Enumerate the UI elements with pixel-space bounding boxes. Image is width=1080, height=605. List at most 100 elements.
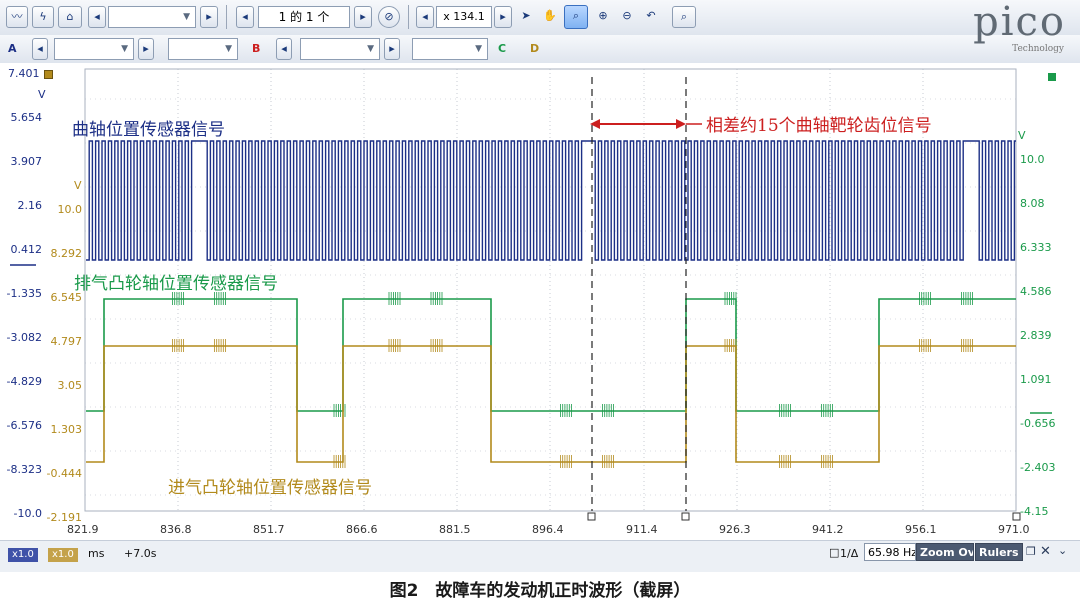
channel-a-label[interactable]: A (8, 42, 17, 55)
x-axis-tick: 821.9 (67, 523, 99, 536)
scroll-down-icon[interactable]: ⌄ (1058, 544, 1067, 557)
picoscope-window: 〰 ϟ ⌂ ◂ ▼ ▸ ◂ 1 的 1 个 ▸ ⊘ ◂ x 134.1 ▸ ➤ … (0, 0, 1080, 572)
right-axis-tick: 6.333 (1020, 241, 1052, 254)
x-axis-tick: 896.4 (532, 523, 564, 536)
x-axis-tick: 956.1 (905, 523, 937, 536)
left-axis-tick: -6.576 (6, 419, 42, 432)
logo-text: pico (973, 0, 1066, 45)
x-axis-tick: 926.3 (719, 523, 751, 536)
logo-subtitle: Technology (1012, 44, 1064, 54)
restore-icon[interactable]: ❐ (1026, 545, 1036, 558)
zoom-prev-button[interactable]: ◂ (416, 6, 434, 28)
right-axis-tick: -2.403 (1020, 461, 1056, 474)
home-icon[interactable]: ⌂ (58, 6, 82, 28)
b-axis-tick: 10.0 (57, 203, 83, 216)
probe-icon[interactable]: ϟ (32, 6, 54, 28)
next-button[interactable]: ▸ (200, 6, 218, 28)
crank-signal-label: 曲轴位置传感器信号 (72, 120, 225, 140)
ruler-marker-icon: □ (829, 546, 840, 559)
b-axis-tick: 8.292 (50, 247, 83, 260)
figure-caption: 图2 故障车的发动机正时波形（截屏） (389, 581, 691, 601)
page-field[interactable]: 1 的 1 个 (258, 6, 350, 28)
top-value-label: 7.401 (8, 67, 40, 80)
left-axis-tick: 3.907 (10, 155, 43, 168)
channel-a-next[interactable]: ▸ (138, 38, 154, 60)
intake-cam-signal-label: 进气凸轮轴位置传感器信号 (168, 478, 372, 498)
left-axis-tick: -8.323 (6, 463, 42, 476)
zoom-field[interactable]: x 134.1 (436, 6, 492, 28)
left-axis-tick: 2.16 (17, 199, 43, 212)
ruler-label: 1/Δ (840, 547, 859, 560)
right-axis-tick: 8.08 (1020, 197, 1045, 210)
channel-b-range-select[interactable]: ▼ (300, 38, 380, 60)
pointer-icon[interactable]: ➤ (516, 6, 536, 28)
channel-b-prev[interactable]: ◂ (276, 38, 292, 60)
time-unit: ms (88, 547, 105, 560)
rulers-tab[interactable]: Rulers (975, 543, 1023, 561)
left-axis-tick: -10.0 (13, 507, 42, 520)
right-ruler-handle (1012, 512, 1021, 521)
main-toolbar: 〰 ϟ ⌂ ◂ ▼ ▸ ◂ 1 的 1 个 ▸ ⊘ ◂ x 134.1 ▸ ➤ … (0, 0, 1080, 36)
b-axis-tick: 3.05 (57, 379, 83, 392)
right-axis-tick: -0.656 (1020, 417, 1056, 430)
zoom-select-icon[interactable]: ⌕ (564, 5, 588, 29)
ruler-handle-1 (587, 512, 596, 521)
b-axis-unit: V (74, 179, 82, 192)
left-axis-tick: -1.335 (6, 287, 42, 300)
left-axis-tick: 0.412 (10, 243, 43, 256)
ruler-handle-2 (681, 512, 690, 521)
offset-annotation-arrow (590, 119, 702, 129)
toolbar-divider (226, 5, 227, 29)
channel-b-scale-badge[interactable]: x1.0 (48, 548, 78, 562)
timebase-select[interactable]: ▼ (108, 6, 196, 28)
close-icon[interactable]: ✕ (1040, 544, 1051, 559)
undo-zoom-icon[interactable]: ↶ (640, 6, 662, 28)
channel-a-coupling-select[interactable]: ▼ (168, 38, 238, 60)
zoom-next-button[interactable]: ▸ (494, 6, 512, 28)
channel-d-label[interactable]: D (530, 42, 539, 55)
prev-button[interactable]: ◂ (88, 6, 106, 28)
channel-a-prev[interactable]: ◂ (32, 38, 48, 60)
zoom-overview-icon[interactable]: ⌕ (672, 6, 696, 28)
x-axis-tick: 851.7 (253, 523, 285, 536)
x-axis-tick: 836.8 (160, 523, 192, 536)
channel-a-scale-badge[interactable]: x1.0 (8, 548, 38, 562)
compass-icon[interactable]: ⊘ (378, 6, 400, 28)
frequency-readout: 65.98 Hz (864, 543, 916, 561)
zoom-in-icon[interactable]: ⊕ (592, 6, 614, 28)
channel-c-marker-icon (1048, 73, 1056, 81)
time-offset: +7.0s (124, 547, 157, 560)
x-axis-tick: 866.6 (346, 523, 378, 536)
channel-b-label[interactable]: B (252, 42, 260, 55)
channel-c-label[interactable]: C (498, 42, 506, 55)
x-axis-tick: 911.4 (626, 523, 658, 536)
next-page-button[interactable]: ▸ (354, 6, 372, 28)
channel-b-next[interactable]: ▸ (384, 38, 400, 60)
hand-icon[interactable]: ✋ (540, 6, 560, 28)
zoom-out-icon[interactable]: ⊖ (616, 6, 638, 28)
b-axis-tick: -0.444 (46, 467, 82, 480)
right-axis-tick: 4.586 (1020, 285, 1052, 298)
pico-logo: pico Technology (944, 0, 1066, 60)
prev-page-button[interactable]: ◂ (236, 6, 254, 28)
c-axis-unit: V (1018, 129, 1026, 142)
channel-b-coupling-select[interactable]: ▼ (412, 38, 488, 60)
channel-marker-icon (44, 70, 53, 79)
channel-a-range-select[interactable]: ▼ (54, 38, 134, 60)
b-axis-tick: 1.303 (50, 423, 83, 436)
channel-toolbar: A ◂ ▼ ▸ ▼ B ◂ ▼ ▸ ▼ C D (0, 35, 1080, 64)
right-axis-tick: -4.15 (1020, 505, 1049, 518)
x-axis-tick: 941.2 (812, 523, 844, 536)
x-axis-tick: 971.0 (998, 523, 1030, 536)
toolbar-divider (408, 5, 409, 29)
wave-icon[interactable]: 〰 (6, 6, 28, 28)
zoom-overview-tab[interactable]: Zoom Ov (916, 543, 974, 561)
left-axis-tick: 5.654 (10, 111, 43, 124)
exhaust-cam-signal-label: 排气凸轮轴位置传感器信号 (74, 274, 278, 294)
offset-annotation: 相差约15个曲轴靶轮齿位信号 (706, 116, 932, 136)
oscilloscope-view[interactable]: 7.401 V V V 5.654 3.907 2.16 0.412 -1.335 -3.… (0, 63, 1080, 540)
right-axis-tick: 1.091 (1020, 373, 1052, 386)
exhaust-cam-waveform (86, 298, 1016, 412)
left-axis-unit: V (38, 88, 46, 101)
left-axis-tick: -4.829 (6, 375, 42, 388)
